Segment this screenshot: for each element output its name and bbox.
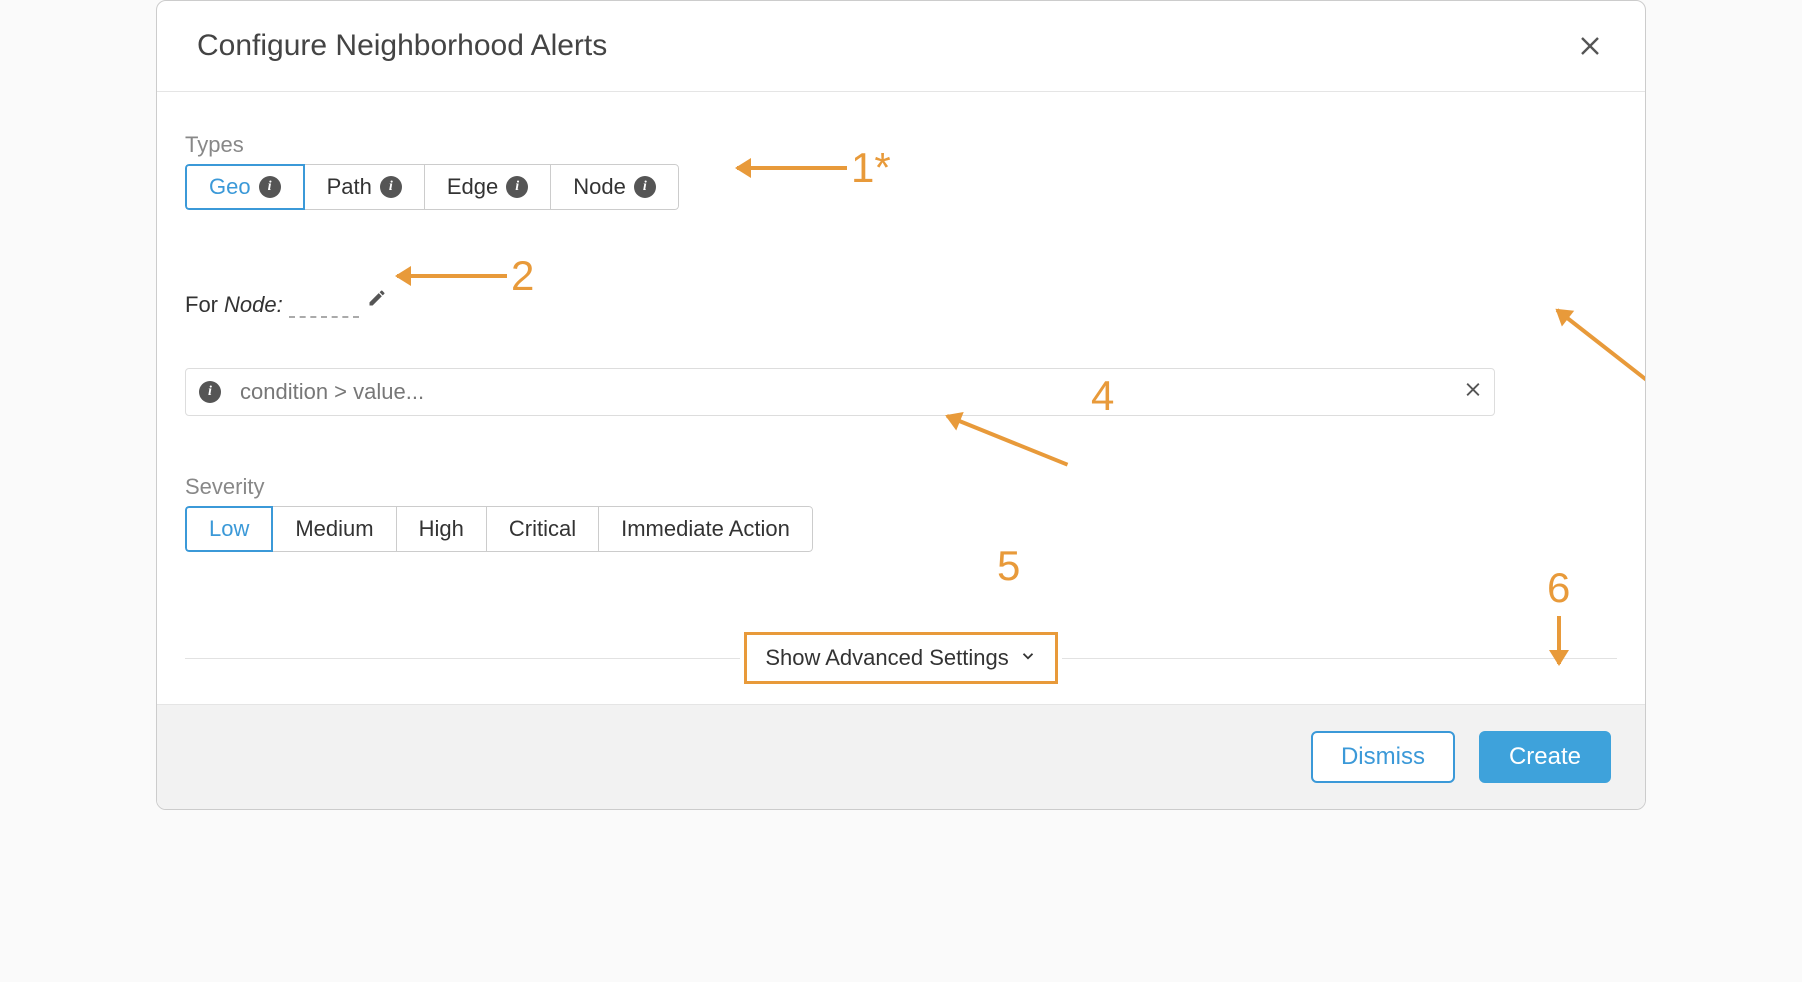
footer-wrap: 6 Dismiss Create [157,704,1645,809]
type-option-label: Geo [209,174,251,200]
modal-body: Types Geo i Path i Edge i Node i For Nod… [157,92,1645,704]
divider [1062,658,1617,659]
types-segmented-control: Geo i Path i Edge i Node i [185,164,679,210]
for-node-value-slot[interactable] [289,298,359,318]
type-option-edge[interactable]: Edge i [424,164,551,210]
severity-option-label: Immediate Action [621,516,790,542]
severity-option-label: High [419,516,464,542]
type-option-label: Path [327,174,372,200]
for-node-row: For Node: [185,288,1617,318]
modal-header: Configure Neighborhood Alerts [157,1,1645,92]
severity-segmented-control: Low Medium High Critical Immediate Actio… [185,506,813,552]
severity-option-label: Low [209,516,249,542]
severity-option-medium[interactable]: Medium [272,506,396,552]
severity-option-immediate[interactable]: Immediate Action [598,506,813,552]
chevron-down-icon [1019,645,1037,671]
advanced-settings-row: Show Advanced Settings [185,632,1617,684]
info-icon[interactable]: i [506,176,528,198]
for-node-entity: Node: [224,292,283,318]
type-option-geo[interactable]: Geo i [185,164,305,210]
advanced-settings-label: Show Advanced Settings [765,645,1008,671]
severity-option-label: Critical [509,516,576,542]
type-option-label: Node [573,174,626,200]
dismiss-button[interactable]: Dismiss [1311,731,1455,783]
info-icon[interactable]: i [380,176,402,198]
types-label: Types [185,132,1617,158]
condition-input-wrap: i [185,368,1495,416]
create-button[interactable]: Create [1479,731,1611,783]
clear-icon[interactable] [1463,380,1483,405]
for-node-prefix: For [185,292,218,318]
info-icon[interactable]: i [199,381,221,403]
edit-icon[interactable] [367,288,387,314]
severity-option-critical[interactable]: Critical [486,506,599,552]
severity-option-high[interactable]: High [396,506,487,552]
type-option-label: Edge [447,174,498,200]
severity-option-low[interactable]: Low [185,506,273,552]
show-advanced-settings-button[interactable]: Show Advanced Settings [744,632,1057,684]
close-icon[interactable] [1575,31,1605,61]
info-icon[interactable]: i [259,176,281,198]
severity-label: Severity [185,474,1617,500]
type-option-path[interactable]: Path i [304,164,425,210]
severity-option-label: Medium [295,516,373,542]
configure-alerts-modal: Configure Neighborhood Alerts Types Geo … [156,0,1646,810]
type-option-node[interactable]: Node i [550,164,679,210]
info-icon[interactable]: i [634,176,656,198]
modal-title: Configure Neighborhood Alerts [197,29,607,63]
divider [185,658,740,659]
modal-footer: Dismiss Create [157,704,1645,809]
condition-input[interactable] [185,368,1495,416]
